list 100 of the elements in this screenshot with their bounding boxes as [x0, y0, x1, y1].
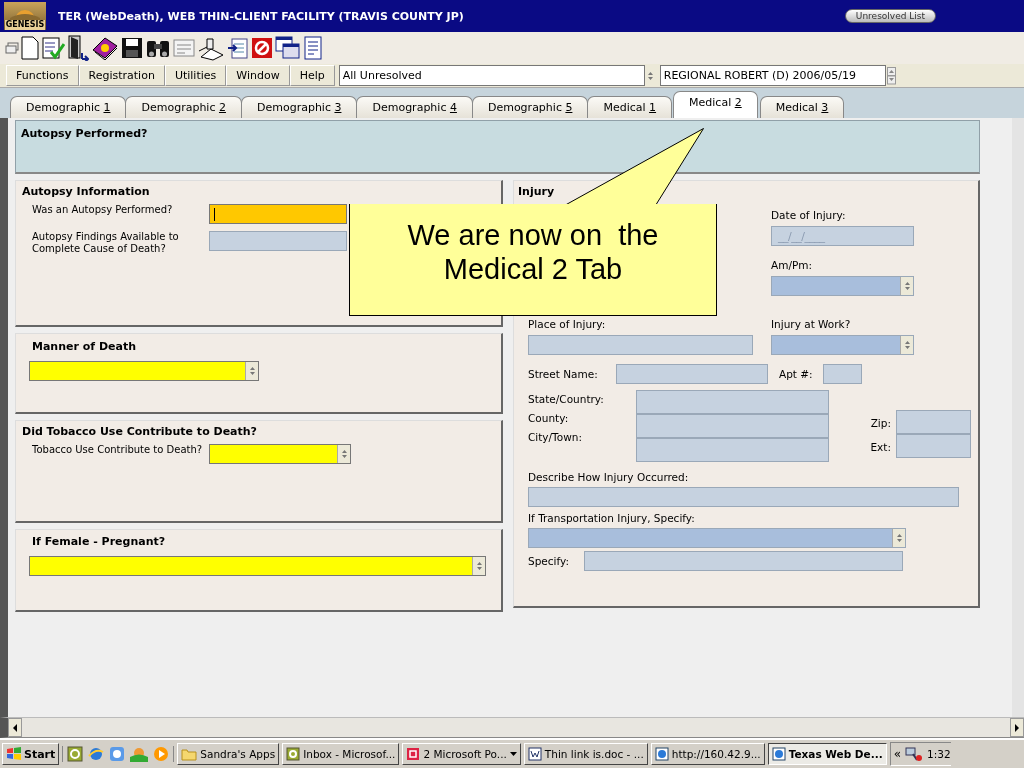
menu-item[interactable]: Registration	[78, 65, 165, 86]
app-icon[interactable]	[67, 746, 84, 762]
taskbar-button[interactable]: Thin link is.doc - ...	[523, 743, 648, 765]
browser-icon[interactable]	[88, 746, 105, 762]
dropdown[interactable]	[29, 556, 486, 576]
dropdown[interactable]	[29, 361, 259, 381]
menu-item[interactable]: Functions	[6, 65, 79, 86]
taskbar-button[interactable]: Texas Web De...	[767, 743, 887, 765]
text-field[interactable]	[209, 204, 347, 224]
window-icon[interactable]	[5, 42, 19, 54]
window-title: TER (WebDeath), WEB THIN-CLIENT FACILITY (TRAVIS COUNTY JP)	[58, 9, 464, 23]
taskbar-button[interactable]: http://160.42.9...	[650, 743, 765, 765]
field-label: Injury at Work?	[771, 317, 851, 332]
app-logo: GENESIS	[4, 2, 46, 30]
stop-icon[interactable]	[251, 37, 273, 59]
document-arrow-icon[interactable]	[227, 36, 249, 60]
field-label: State/Country:	[528, 392, 605, 407]
text-field[interactable]	[616, 364, 768, 384]
browser-icon	[771, 747, 786, 761]
menu-item[interactable]: Help	[289, 65, 335, 86]
field-label: Specify:	[528, 553, 570, 569]
field-label: Zip:	[870, 416, 891, 431]
spinner-icon	[337, 445, 350, 463]
text-field[interactable]	[896, 410, 971, 434]
flag-icon	[6, 747, 22, 761]
section-title: Manner of Death	[32, 340, 138, 353]
field-label: County:	[528, 411, 570, 426]
field-label: If Transportation Injury, Specify:	[528, 511, 696, 526]
text-field[interactable]	[584, 551, 903, 571]
section-title: Autopsy Performed?	[21, 127, 149, 140]
dropdown[interactable]	[771, 335, 914, 355]
help-book-icon[interactable]	[91, 36, 119, 60]
dropdown[interactable]	[771, 276, 914, 296]
text-field[interactable]	[636, 390, 829, 414]
field-label: Was an Autopsy Performed?	[32, 204, 174, 216]
callout-text: We are now on the	[407, 218, 659, 252]
unresolved-list-button[interactable]: Unresolved List	[844, 9, 936, 23]
network-icon[interactable]	[905, 746, 923, 762]
menu-item[interactable]: Utilities	[164, 65, 227, 86]
horizontal-scrollbar[interactable]	[0, 717, 1024, 738]
dropdown[interactable]	[528, 528, 906, 548]
menu-item[interactable]: Window	[226, 65, 290, 86]
field-label: Place of Injury:	[528, 317, 606, 332]
tab[interactable]: Medical 2	[673, 91, 758, 118]
callout-text: Medical 2 Tab	[443, 252, 623, 286]
new-document-icon[interactable]	[21, 36, 39, 60]
text-field[interactable]	[636, 438, 829, 462]
app-icon	[286, 747, 301, 761]
tab[interactable]: Demographic 5	[471, 96, 589, 118]
spinner-icon	[900, 336, 913, 354]
field-label: Street Name:	[528, 366, 599, 382]
landscape-icon[interactable]	[130, 746, 149, 762]
field-label: Tobacco Use Contribute to Death?	[32, 444, 204, 456]
field-label: Am/Pm:	[771, 258, 813, 273]
spinner-icon[interactable]	[886, 66, 896, 85]
spinner-icon	[892, 529, 905, 547]
browser-icon[interactable]	[109, 746, 126, 762]
field-label: Apt #:	[779, 366, 814, 382]
caret-icon	[509, 752, 517, 756]
taskbar-button[interactable]: Inbox - Microsof...	[282, 743, 400, 765]
clock: 1:32	[927, 748, 951, 760]
tab[interactable]: Demographic 2	[125, 96, 242, 118]
field-label: Describe How Injury Occurred:	[528, 470, 690, 485]
tab[interactable]: Demographic 1	[10, 96, 127, 118]
scroll-right-icon[interactable]	[1010, 718, 1024, 737]
spinner-icon	[245, 362, 258, 380]
taskbar-button[interactable]: 2 Microsoft Po...	[402, 743, 521, 765]
media-player-icon[interactable]	[153, 746, 170, 762]
text-field[interactable]	[528, 487, 959, 507]
show-hidden-icons-button[interactable]: «	[893, 747, 901, 761]
text-field[interactable]	[636, 414, 829, 438]
spinner-icon	[472, 557, 485, 575]
windows-stack-icon[interactable]	[275, 36, 301, 60]
section-title: Did Tobacco Use Contribute to Death?	[22, 425, 258, 438]
tab[interactable]: Medical 1	[587, 96, 673, 118]
field-label: Ext:	[870, 440, 891, 455]
field-label: City/Town:	[528, 430, 583, 445]
folder-icon	[181, 747, 198, 761]
filter-dropdown[interactable]: All Unresolved	[338, 65, 645, 86]
taskbar-button[interactable]: Sandra's Apps	[177, 743, 280, 765]
browser-icon	[654, 747, 669, 761]
text-field[interactable]	[209, 231, 347, 251]
record-dropdown[interactable]: REGIONAL ROBERT (D) 2006/05/19	[659, 65, 886, 86]
tab[interactable]: Demographic 3	[240, 96, 358, 118]
tab[interactable]: Medical 3	[759, 96, 845, 118]
tab[interactable]: Demographic 4	[356, 96, 473, 118]
dropdown[interactable]	[209, 444, 351, 464]
scroll-left-icon[interactable]	[8, 718, 22, 737]
door-exit-icon[interactable]	[67, 35, 89, 61]
text-field[interactable]	[823, 364, 862, 384]
field-label: Date of Injury:	[771, 208, 846, 223]
save-icon[interactable]	[121, 37, 143, 59]
field-label: Autopsy Findings Available to Complete Cause of Death?	[32, 231, 180, 255]
text-field[interactable]	[896, 434, 971, 458]
checklist-icon[interactable]	[41, 36, 65, 60]
text-field[interactable]	[528, 335, 753, 355]
section-title: Injury	[518, 185, 556, 198]
section-title: If Female - Pregnant?	[32, 535, 167, 548]
document-icon	[527, 747, 542, 761]
start-button[interactable]: Start	[2, 743, 60, 765]
